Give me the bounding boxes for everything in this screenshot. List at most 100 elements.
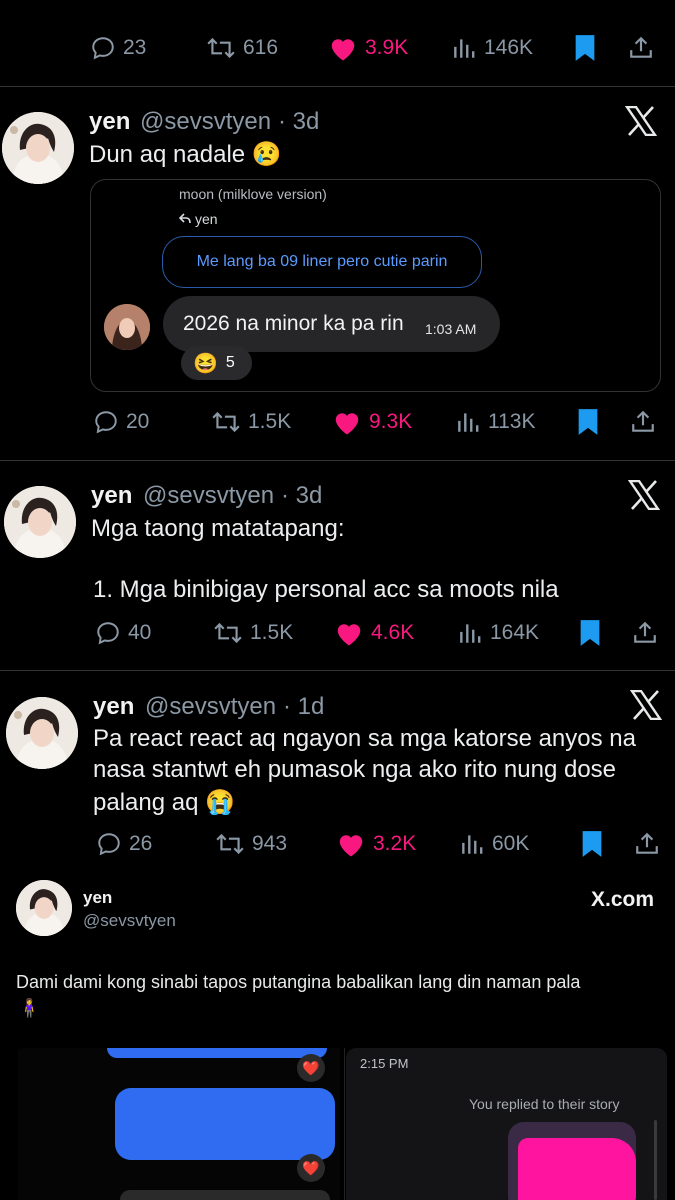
views-count: 60K — [492, 832, 530, 855]
message-time: 1:03 AM — [425, 321, 477, 337]
views-button[interactable]: 113K — [455, 402, 536, 442]
views-button[interactable]: 146K — [451, 28, 533, 68]
user-handle[interactable]: @sevsvtyen — [140, 108, 271, 136]
tweet-text: Dun aq nadale 😢 — [89, 141, 282, 168]
reply-count: 40 — [128, 621, 152, 644]
embed-media[interactable]: ❤️ ❤️ 2:15 PM You replied to their story — [14, 1048, 667, 1200]
reply-count: 23 — [123, 36, 147, 59]
user-handle[interactable]: @sevsvtyen — [143, 482, 274, 510]
like-count: 3.2K — [373, 832, 417, 855]
like-button[interactable]: 3.9K — [328, 28, 408, 68]
chat-bubble-blue — [107, 1048, 327, 1058]
timestamp[interactable]: · 3d — [281, 482, 322, 510]
share-button[interactable] — [634, 824, 660, 864]
bookmark-icon — [575, 35, 595, 61]
timestamp[interactable]: · 1d — [283, 693, 324, 721]
share-icon — [634, 621, 656, 643]
reaction-pill[interactable]: 😆 5 — [181, 346, 252, 380]
sender-avatar[interactable] — [104, 304, 150, 350]
share-button[interactable] — [630, 402, 656, 442]
profile-photo — [6, 697, 78, 769]
x-com-label: X.com — [591, 888, 655, 911]
like-count: 9.3K — [369, 410, 413, 433]
retweet-icon — [207, 37, 235, 59]
reply-button[interactable]: 26 — [96, 824, 152, 864]
tweet-text-line: Mga taong matatapang: — [91, 515, 345, 542]
share-icon — [632, 410, 654, 432]
bookmark-button[interactable] — [580, 824, 604, 864]
profile-photo — [2, 112, 74, 184]
tweet-divider — [0, 460, 675, 461]
retweet-button[interactable]: 616 — [206, 28, 278, 68]
views-button[interactable]: 164K — [457, 613, 539, 653]
reply-indicator: yen — [179, 211, 218, 227]
bookmark-icon — [580, 620, 600, 646]
embed-handle[interactable]: @sevsvtyen — [83, 911, 176, 931]
heart-emoji: ❤️ — [302, 1159, 320, 1176]
display-name[interactable]: yen — [91, 482, 132, 510]
like-count: 4.6K — [371, 621, 415, 644]
reply-count: 26 — [129, 832, 153, 855]
timestamp[interactable]: · 3d — [278, 108, 319, 136]
scrollbar[interactable] — [654, 1120, 657, 1200]
share-button[interactable] — [632, 613, 658, 653]
reply-icon — [92, 37, 114, 60]
avatar[interactable] — [6, 697, 78, 769]
sender-photo — [104, 304, 150, 350]
display-name[interactable]: yen — [89, 108, 130, 136]
heart-icon — [339, 835, 363, 857]
avatar[interactable] — [4, 486, 76, 558]
reply-to-name: yen — [195, 211, 218, 227]
heart-reaction-icon: ❤️ — [297, 1054, 325, 1082]
tweet-text-line: 1. Mga binibigay personal acc sa moots n… — [93, 576, 559, 603]
replied-message-bubble[interactable]: Me lang ba 09 liner pero cutie parin — [162, 236, 482, 288]
views-icon — [458, 413, 479, 432]
story-reply-note: You replied to their story — [469, 1096, 620, 1112]
chat-bubble-gray — [120, 1190, 330, 1200]
story-thumbnail — [508, 1122, 636, 1200]
reply-icon — [97, 622, 119, 645]
like-button[interactable]: 4.6K — [334, 613, 414, 653]
profile-photo — [4, 486, 76, 558]
user-handle[interactable]: @sevsvtyen — [145, 693, 276, 721]
share-icon — [636, 832, 658, 854]
bookmark-button[interactable] — [576, 402, 600, 442]
retweet-count: 616 — [243, 36, 279, 59]
retweet-button[interactable]: 943 — [215, 824, 287, 864]
share-button[interactable] — [628, 28, 654, 68]
embed-display-name[interactable]: yen — [83, 888, 112, 908]
bookmark-icon — [582, 831, 602, 857]
tweet-actions: 23 616 3.9K 146K — [0, 28, 675, 68]
share-icon — [630, 36, 652, 58]
bookmark-button[interactable] — [578, 613, 602, 653]
reply-button[interactable]: 20 — [93, 402, 149, 442]
retweet-button[interactable]: 1.5K — [211, 402, 291, 442]
reply-button[interactable]: 23 — [90, 28, 146, 68]
like-button[interactable]: 9.3K — [332, 402, 412, 442]
views-icon — [462, 835, 483, 854]
bookmark-icon — [578, 409, 598, 435]
retweet-count: 1.5K — [250, 621, 294, 644]
tweet-divider — [0, 670, 675, 671]
tweet-actions: 40 1.5K 4.6K 164K — [0, 613, 675, 653]
like-count: 3.9K — [365, 36, 409, 59]
profile-photo — [16, 880, 72, 936]
embed-text: Dami dami kong sinabi tapos putangina ba… — [16, 972, 581, 992]
views-count: 146K — [484, 36, 534, 59]
redaction-mark — [518, 1138, 636, 1200]
bookmark-button[interactable] — [573, 28, 597, 68]
avatar[interactable] — [2, 112, 74, 184]
display-name[interactable]: yen — [93, 693, 134, 721]
views-count: 164K — [490, 621, 540, 644]
like-button[interactable]: 3.2K — [336, 824, 416, 864]
views-button[interactable]: 60K — [459, 824, 529, 864]
x-logo-icon — [629, 689, 663, 725]
x-logo-icon — [624, 105, 658, 141]
heart-reaction-icon: ❤️ — [297, 1154, 325, 1182]
panel-separator — [344, 1048, 345, 1200]
reply-icon — [98, 833, 120, 856]
tweet-text-line: palang aq 😭 — [93, 789, 235, 816]
embed-avatar[interactable] — [16, 880, 72, 936]
reply-button[interactable]: 40 — [95, 613, 151, 653]
retweet-button[interactable]: 1.5K — [213, 613, 293, 653]
